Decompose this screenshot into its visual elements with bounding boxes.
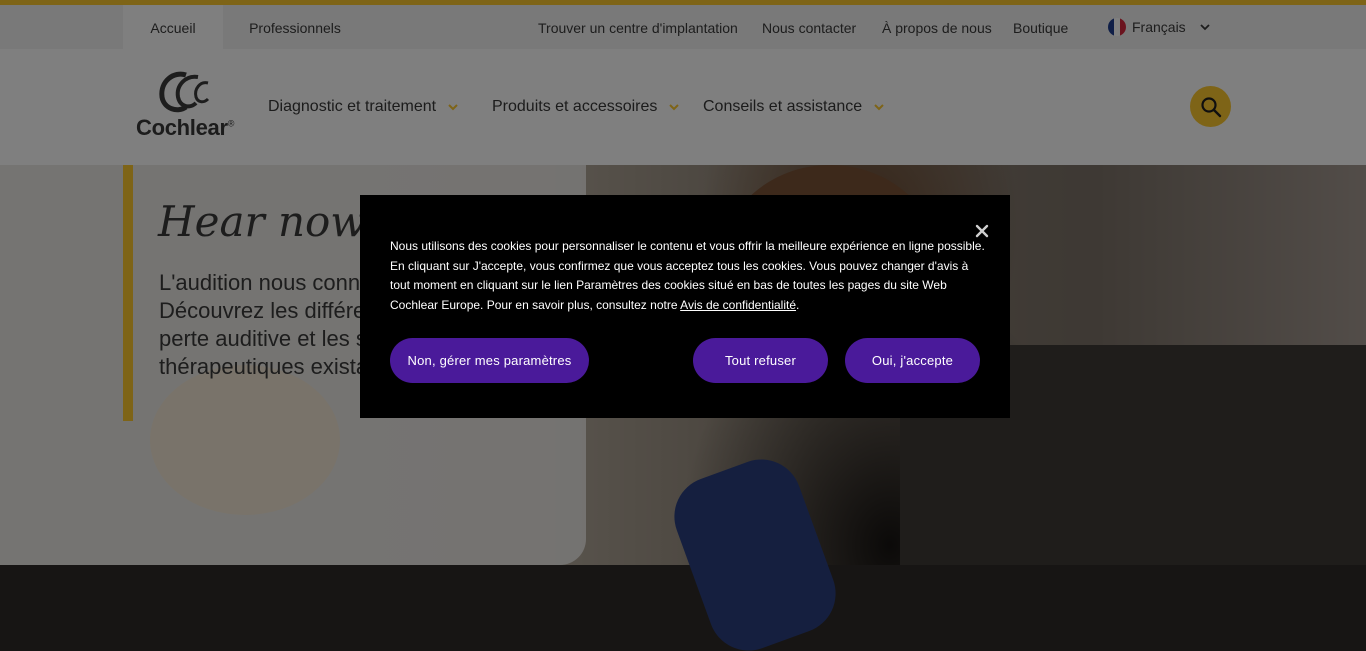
cookie-consent-dialog: Nous utilisons des cookies pour personna… (360, 195, 1010, 418)
manage-settings-button[interactable]: Non, gérer mes paramètres (390, 338, 589, 383)
accept-all-button[interactable]: Oui, j'accepte (845, 338, 980, 383)
cookie-consent-suffix: . (796, 297, 800, 312)
reject-all-button[interactable]: Tout refuser (693, 338, 828, 383)
privacy-notice-link[interactable]: Avis de confidentialité (680, 298, 796, 312)
cookie-consent-text: Nous utilisons des cookies pour personna… (390, 237, 986, 315)
